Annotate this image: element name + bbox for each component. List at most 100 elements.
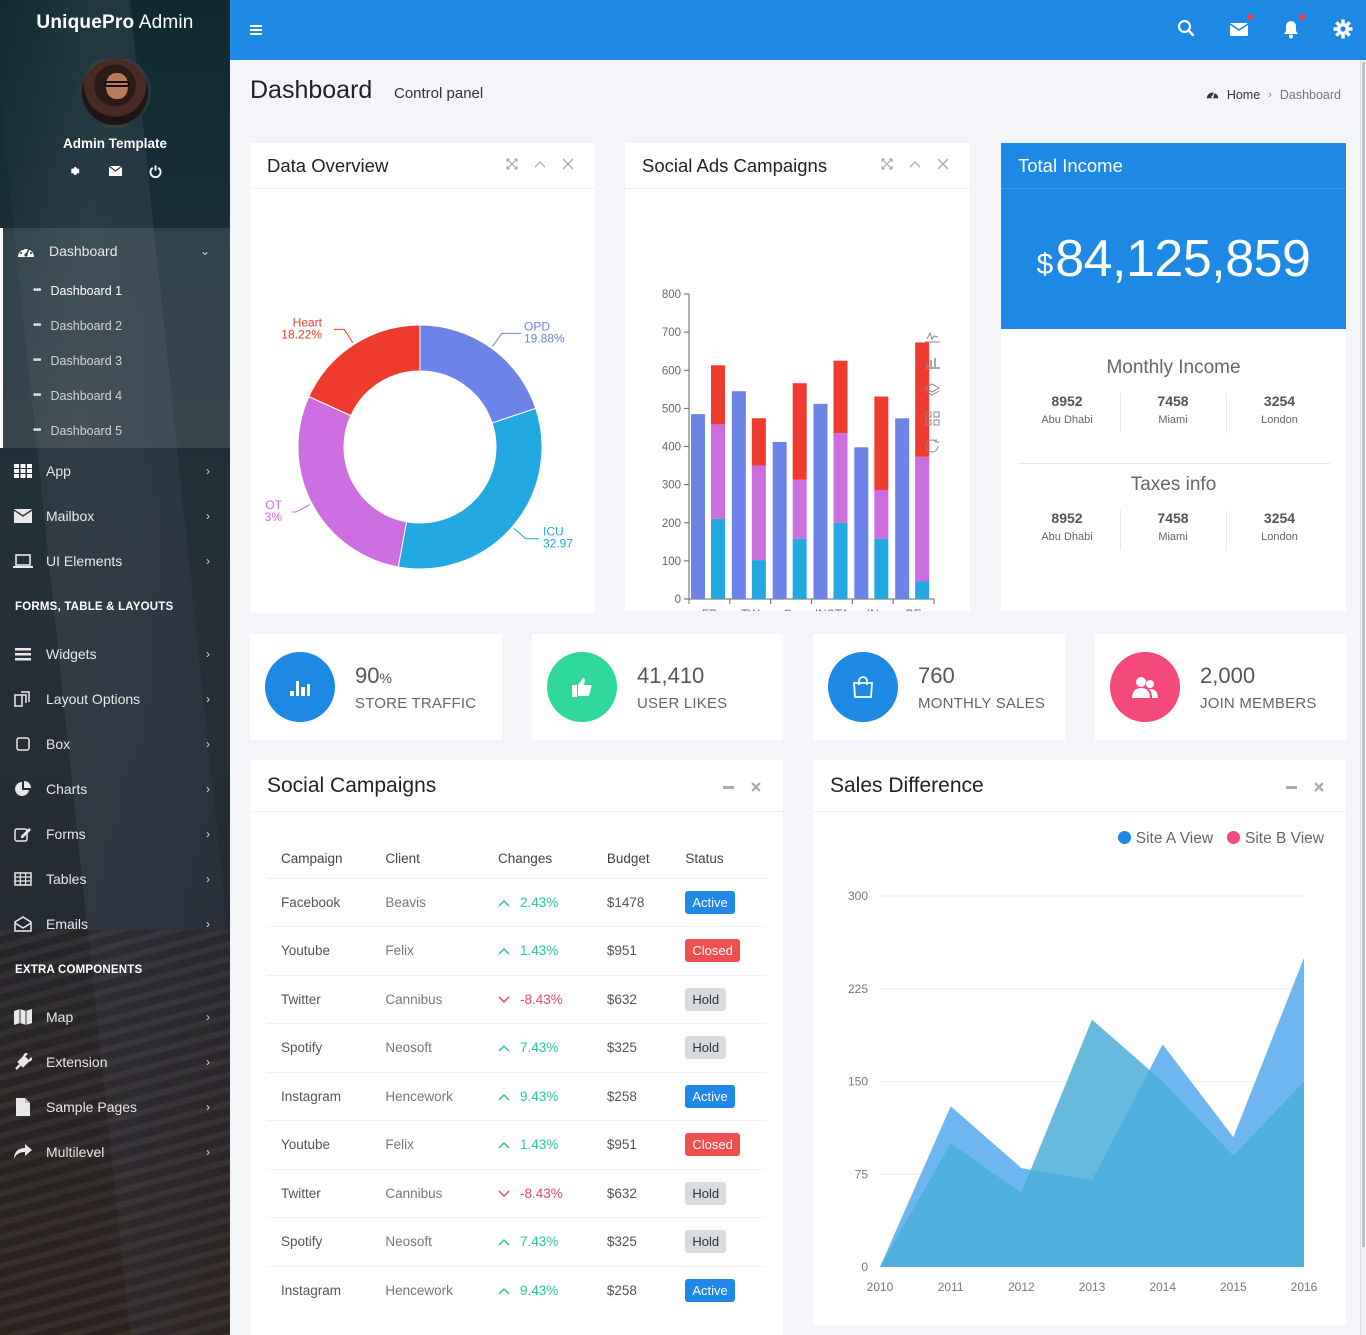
bar-series-2[interactable] bbox=[874, 538, 889, 599]
donut-slice-ot[interactable] bbox=[297, 395, 408, 568]
table-row[interactable]: Instagram Hencework 9.43% $258 Active bbox=[267, 1266, 766, 1315]
bar-series-4[interactable] bbox=[874, 396, 889, 490]
arrow-up-icon bbox=[498, 895, 510, 910]
bar-series-4[interactable] bbox=[792, 383, 807, 480]
sidebar-item-multilevel[interactable]: Multilevel › bbox=[0, 1129, 230, 1174]
sidebar-subitem-dashboard-5[interactable]: ••• Dashboard 5 bbox=[3, 413, 230, 448]
column-header[interactable]: Changes bbox=[484, 840, 593, 879]
change-cell: 1.43% bbox=[484, 1120, 593, 1170]
column-header[interactable]: Status bbox=[671, 840, 766, 879]
collapse-icon[interactable] bbox=[908, 157, 922, 171]
scrollbar-thumb[interactable] bbox=[1362, 62, 1365, 1247]
sales-difference-box: Sales Difference Site A View Site B View … bbox=[813, 760, 1346, 1325]
collapse-icon[interactable] bbox=[533, 157, 547, 171]
minimize-icon[interactable] bbox=[1284, 780, 1298, 794]
bar-series-1[interactable] bbox=[731, 391, 746, 599]
chevron-right-icon: › bbox=[206, 1099, 210, 1114]
stat-label: London bbox=[1261, 414, 1298, 426]
sidebar-subitem-dashboard-3[interactable]: ••• Dashboard 3 bbox=[3, 343, 230, 378]
status-badge: Hold bbox=[685, 1036, 727, 1060]
donut-slice-heart[interactable] bbox=[308, 324, 421, 417]
bar-series-1[interactable] bbox=[772, 441, 787, 599]
minimize-icon[interactable] bbox=[721, 780, 735, 794]
arrow-up-icon bbox=[498, 943, 510, 958]
bar-series-3[interactable] bbox=[915, 456, 930, 582]
breadcrumb-home[interactable]: Home bbox=[1227, 88, 1260, 102]
table-row[interactable]: Spotify Neosoft 7.43% $325 Hold bbox=[267, 1023, 766, 1073]
donut-slice-opd[interactable] bbox=[419, 324, 537, 424]
bar-series-3[interactable] bbox=[874, 489, 889, 539]
bar-series-4[interactable] bbox=[711, 365, 725, 425]
stat-label: Miami bbox=[1158, 531, 1188, 543]
sidebar-subitem-dashboard-4[interactable]: ••• Dashboard 4 bbox=[3, 378, 230, 413]
search-icon[interactable] bbox=[1176, 18, 1198, 40]
sidebar-subitem-dashboard-2[interactable]: ••• Dashboard 2 bbox=[3, 308, 230, 343]
bar-series-4[interactable] bbox=[833, 360, 848, 434]
sidebar-item-mailbox[interactable]: Mailbox › bbox=[0, 493, 230, 538]
client-cell: Felix bbox=[371, 1120, 485, 1170]
close-icon[interactable] bbox=[936, 157, 950, 171]
sidebar-item-extension[interactable]: Extension › bbox=[0, 1039, 230, 1084]
line-chart-icon[interactable] bbox=[925, 331, 940, 343]
close-icon[interactable] bbox=[561, 157, 575, 171]
column-header[interactable]: Campaign bbox=[267, 840, 372, 879]
income-title: Total Income bbox=[1001, 143, 1346, 189]
expand-icon[interactable] bbox=[505, 157, 519, 171]
sidebar-item-ui-elements[interactable]: UI Elements › bbox=[0, 538, 230, 583]
table-row[interactable]: Facebook Beavis 2.43% $1478 Active bbox=[267, 878, 766, 927]
bar-series-2[interactable] bbox=[915, 581, 930, 599]
table-row[interactable]: Youtube Felix 1.43% $951 Closed bbox=[267, 1120, 766, 1170]
donut-slice-icu[interactable] bbox=[397, 407, 543, 570]
expand-icon[interactable] bbox=[880, 157, 894, 171]
sidebar-item-emails[interactable]: Emails › bbox=[0, 901, 230, 946]
bell-icon[interactable] bbox=[1280, 14, 1305, 40]
mail-icon[interactable] bbox=[1228, 14, 1253, 40]
bar-series-2[interactable] bbox=[711, 518, 725, 599]
avatar[interactable] bbox=[79, 56, 151, 128]
gear-icon[interactable] bbox=[1332, 18, 1354, 40]
bar-series-4[interactable] bbox=[915, 342, 930, 457]
close-icon[interactable] bbox=[1312, 780, 1326, 794]
close-icon[interactable] bbox=[749, 780, 763, 794]
sidebar-item-forms[interactable]: Forms › bbox=[0, 811, 230, 856]
table-row[interactable]: Instagram Hencework 9.43% $258 Active bbox=[267, 1072, 766, 1121]
sidebar-item-dashboard[interactable]: Dashboard ⌄ bbox=[3, 228, 230, 273]
mail-icon[interactable] bbox=[107, 163, 123, 179]
table-row[interactable]: Twitter Cannibus -8.43% $632 Hold bbox=[267, 1169, 766, 1218]
brand-logo[interactable]: UniquePro Admin bbox=[0, 12, 230, 34]
bar-series-1[interactable] bbox=[854, 447, 869, 599]
bar-series-1[interactable] bbox=[691, 414, 705, 599]
sidebar-item-app[interactable]: App › bbox=[0, 448, 230, 493]
gear-icon[interactable] bbox=[67, 163, 83, 179]
bar-series-3[interactable] bbox=[833, 433, 848, 523]
power-icon[interactable] bbox=[147, 163, 163, 179]
sidebar-item-charts[interactable]: Charts › bbox=[0, 766, 230, 811]
hamburger-menu-icon[interactable] bbox=[250, 25, 262, 35]
sidebar-item-tables[interactable]: Tables › bbox=[0, 856, 230, 901]
campaigns-table: Campaign Client Changes Budget Status Facebo… bbox=[267, 840, 766, 1315]
sidebar-subitem-dashboard-1[interactable]: ••• Dashboard 1 bbox=[3, 273, 230, 308]
bar-series-1[interactable] bbox=[895, 418, 910, 599]
column-header[interactable]: Client bbox=[371, 840, 485, 879]
arrow-up-icon bbox=[498, 1089, 510, 1104]
sidebar-item-layout-options[interactable]: Layout Options › bbox=[0, 676, 230, 721]
sidebar-item-box[interactable]: Box › bbox=[0, 721, 230, 766]
slice-value: 19.88% bbox=[524, 331, 565, 345]
arrow-up-icon bbox=[498, 1234, 510, 1249]
bar-series-2[interactable] bbox=[792, 538, 807, 599]
bar-series-3[interactable] bbox=[751, 465, 766, 561]
bar-series-3[interactable] bbox=[711, 424, 725, 519]
bar-series-4[interactable] bbox=[751, 418, 766, 466]
sidebar-item-map[interactable]: Map › bbox=[0, 994, 230, 1039]
table-row[interactable]: Spotify Neosoft 7.43% $325 Hold bbox=[267, 1217, 766, 1267]
bar-series-2[interactable] bbox=[833, 522, 848, 599]
bar-series-1[interactable] bbox=[813, 403, 828, 599]
bar-series-2[interactable] bbox=[751, 560, 766, 599]
column-header[interactable]: Budget bbox=[592, 840, 672, 879]
y-tick-label: 0 bbox=[675, 594, 681, 606]
bar-series-3[interactable] bbox=[792, 479, 807, 539]
table-row[interactable]: Youtube Felix 1.43% $951 Closed bbox=[267, 926, 766, 976]
sidebar-item-sample-pages[interactable]: Sample Pages › bbox=[0, 1084, 230, 1129]
table-row[interactable]: Twitter Cannibus -8.43% $632 Hold bbox=[267, 975, 766, 1024]
sidebar-item-widgets[interactable]: Widgets › bbox=[0, 631, 230, 676]
